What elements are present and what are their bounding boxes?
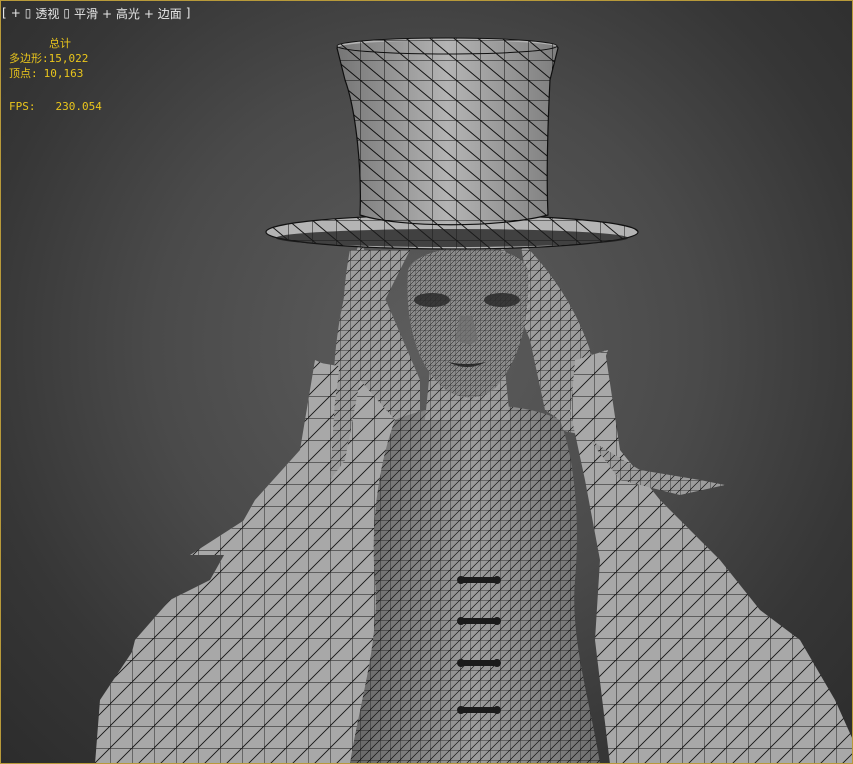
- right-eye: [484, 293, 520, 307]
- fps-readout: FPS: 230.054: [9, 100, 102, 113]
- label-open-bracket: [: [2, 6, 7, 20]
- perspective-viewport[interactable]: [ + ▯ 透视 ▯ 平滑 + 高光 + 边面 ] 总计 多边形: 15,022…: [0, 0, 853, 764]
- polygon-count-value: 15,022: [48, 52, 89, 65]
- vertex-count-row: 顶点: 10,163: [9, 66, 88, 81]
- viewport-label[interactable]: [ + ▯ 透视 ▯ 平滑 + 高光 + 边面 ]: [2, 4, 190, 22]
- edged-faces-toggle[interactable]: + 边面: [144, 5, 182, 22]
- label-close-bracket: ]: [185, 6, 191, 20]
- polygon-count-row: 多边形: 15,022: [9, 51, 88, 66]
- fps-value: 230.054: [55, 100, 102, 113]
- checkbox-icon: ▯: [24, 6, 32, 20]
- stats-title: 总计: [49, 37, 71, 50]
- left-eye: [414, 293, 450, 307]
- view-type-menu[interactable]: 透视: [35, 5, 59, 22]
- wireframe-character-model[interactable]: [0, 0, 853, 764]
- vertex-count-label: 顶点:: [9, 67, 38, 80]
- checkbox-icon: ▯: [63, 6, 70, 20]
- scene-statistics: 总计 多边形: 15,022 顶点: 10,163: [9, 36, 88, 81]
- viewport-general-menu[interactable]: +: [11, 6, 21, 20]
- highlights-toggle[interactable]: + 高光: [102, 5, 140, 22]
- vertex-count-value: 10,163: [43, 67, 84, 80]
- fps-label: FPS:: [9, 100, 36, 113]
- shading-mode-menu[interactable]: 平滑: [74, 5, 98, 22]
- polygon-count-label: 多边形:: [9, 52, 49, 65]
